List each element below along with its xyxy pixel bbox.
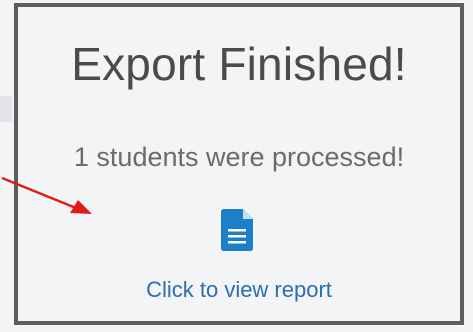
document-icon[interactable] <box>221 209 253 251</box>
export-finished-dialog: Export Finished! 1 students were process… <box>14 3 464 325</box>
screenshot-stage: Export Finished! 1 students were process… <box>0 0 473 332</box>
view-report-label[interactable]: Click to view report <box>18 277 460 303</box>
dialog-title: Export Finished! <box>71 38 407 90</box>
view-report-link[interactable]: Click to view report <box>18 207 460 307</box>
background-element <box>0 96 12 122</box>
processed-message: 1 students were processed! <box>73 142 405 172</box>
red-arrow-icon <box>1 176 92 214</box>
background-page <box>0 0 14 332</box>
